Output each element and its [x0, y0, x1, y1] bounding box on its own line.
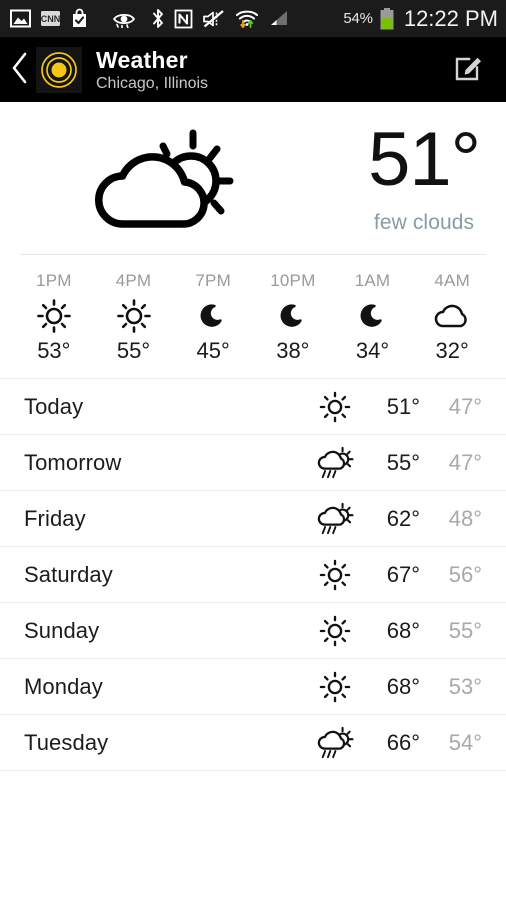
location-label: Chicago, Illinois: [96, 74, 209, 92]
hourly-forecast[interactable]: 1PM 53° 4PM 55° 7PM 45° 10PM 38° 1AM 34°…: [0, 255, 506, 378]
day-label: Monday: [24, 673, 103, 699]
day-high-temp: 67°: [386, 561, 420, 587]
moon-icon: [358, 301, 388, 331]
status-bar[interactable]: CNN 54% 12:22 PM: [0, 0, 506, 38]
day-label: Friday: [24, 505, 86, 531]
table-row[interactable]: Tuesday 66° 54°: [0, 714, 506, 770]
hourly-temperature: 55°: [116, 338, 151, 363]
current-conditions: 51° few clouds: [0, 102, 506, 254]
day-label: Today: [24, 393, 84, 419]
battery-icon: [380, 7, 394, 29]
sun-icon: [116, 299, 151, 333]
day-label: Tuesday: [24, 729, 109, 755]
status-bar-notification-icons: CNN: [10, 8, 290, 29]
hourly-temperature: 38°: [276, 338, 310, 363]
page-title: Weather: [96, 46, 188, 73]
hourly-time: 1AM: [354, 271, 391, 290]
day-high-temp: 62°: [386, 505, 420, 531]
day-high-temp: 66°: [386, 729, 420, 755]
hourly-cell[interactable]: 1PM 53°: [14, 271, 94, 364]
day-low-temp: 47°: [448, 393, 482, 419]
table-row[interactable]: Tomorrow 55° 47°: [0, 434, 506, 490]
concentric-sun-icon: [41, 52, 77, 88]
cnn-app-icon: CNN: [41, 11, 61, 26]
sun-showers-icon: [312, 502, 358, 536]
sun-icon: [312, 615, 358, 647]
bluetooth-icon: [153, 9, 163, 28]
few-clouds-icon: [95, 129, 234, 228]
hourly-cell[interactable]: 1AM 34°: [333, 271, 413, 364]
nfc-icon: [174, 9, 193, 28]
weather-app-icon: [36, 47, 82, 93]
day-low-temp: 53°: [448, 673, 482, 699]
cellular-signal-icon: [271, 11, 287, 25]
clock-label: 12:22 PM: [403, 5, 498, 31]
hourly-time: 4AM: [434, 271, 470, 290]
divider-below-daily: [0, 770, 506, 771]
day-high-temp: 68°: [386, 617, 420, 643]
moon-icon: [198, 301, 228, 331]
day-low-temp: 54°: [448, 729, 482, 755]
edit-button[interactable]: [446, 45, 492, 96]
sun-icon: [37, 299, 71, 333]
day-label: Sunday: [24, 617, 100, 643]
battery-percent-label: 54%: [343, 10, 373, 27]
header-title-block: Weather Chicago, Illinois: [96, 46, 209, 93]
svg-text:CNN: CNN: [41, 14, 61, 24]
status-bar-system-info: 54% 12:22 PM: [343, 6, 498, 32]
smart-stay-eye-icon: [112, 13, 136, 28]
hourly-time: 7PM: [195, 271, 231, 290]
sound-muted-icon: [203, 9, 224, 27]
edit-pencil-icon: [455, 57, 481, 80]
sun-icon: [312, 391, 358, 423]
day-low-temp: 48°: [448, 505, 482, 531]
table-row[interactable]: Saturday 67° 56°: [0, 546, 506, 602]
hourly-temperature: 45°: [196, 338, 230, 363]
sun-showers-icon: [312, 446, 358, 480]
day-high-temp: 51°: [386, 393, 420, 419]
table-row[interactable]: Today 51° 47°: [0, 378, 506, 434]
current-weather-icon: [0, 121, 330, 235]
day-label: Tomorrow: [24, 449, 122, 475]
hourly-cell[interactable]: 10PM 38°: [253, 271, 333, 364]
hourly-temperature: 32°: [435, 338, 469, 363]
hourly-temperature: 34°: [355, 338, 390, 363]
day-low-temp: 47°: [448, 449, 482, 475]
table-row[interactable]: Friday 62° 48°: [0, 490, 506, 546]
back-button[interactable]: [8, 51, 36, 90]
sun-icon: [312, 671, 358, 703]
current-temperature: 51°: [368, 117, 481, 202]
table-row[interactable]: Sunday 68° 55°: [0, 602, 506, 658]
app-header: Weather Chicago, Illinois: [0, 38, 506, 102]
chevron-left-icon: [12, 52, 27, 83]
day-low-temp: 56°: [448, 561, 482, 587]
hourly-time: 10PM: [270, 271, 316, 290]
daily-forecast-list[interactable]: Today 51° 47° Tomorrow 55° 47° Friday 62…: [0, 378, 506, 771]
current-condition-label: few clouds: [373, 211, 475, 234]
play-store-bag-icon: [73, 8, 86, 27]
cloud-icon: [433, 301, 471, 331]
day-high-temp: 55°: [386, 449, 420, 475]
current-temperature-block: 51° few clouds: [368, 117, 481, 235]
gallery-image-icon: [10, 9, 31, 28]
moon-icon: [278, 301, 308, 331]
wifi-icon: [235, 10, 259, 28]
day-label: Saturday: [24, 561, 113, 587]
sun-showers-icon: [312, 726, 358, 760]
hourly-cell[interactable]: 7PM 45°: [173, 271, 253, 364]
hourly-cell[interactable]: 4PM 55°: [94, 271, 174, 364]
hourly-time: 1PM: [36, 271, 72, 290]
hourly-time: 4PM: [115, 271, 152, 290]
day-high-temp: 68°: [386, 673, 420, 699]
table-row[interactable]: Monday 68° 53°: [0, 658, 506, 714]
hourly-cell[interactable]: 4AM 32°: [412, 271, 492, 364]
hourly-temperature: 53°: [37, 338, 71, 363]
sun-icon: [312, 559, 358, 591]
day-low-temp: 55°: [448, 617, 482, 643]
